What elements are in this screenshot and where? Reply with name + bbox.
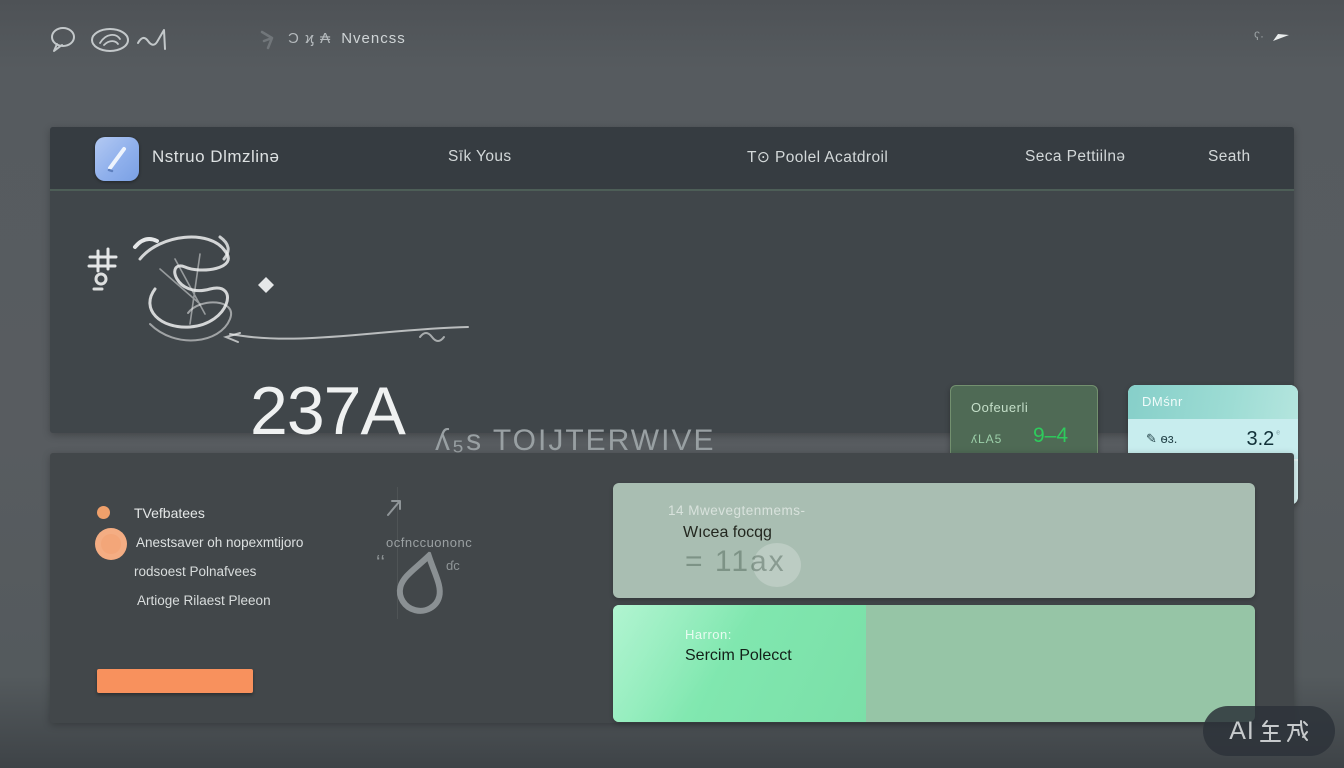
- green-card-row1-value: 9–4: [1033, 424, 1068, 448]
- brand-name: Nstruo Dlmzlinə: [152, 147, 279, 167]
- green-card-title: Oofeuerli: [971, 400, 1028, 415]
- bullet-dot-small: [97, 506, 110, 519]
- nav-item-4[interactable]: Seath: [1208, 148, 1251, 166]
- green-card-row1-label: ʎLA5: [971, 432, 1002, 446]
- panel1-faded-value: = 11ax: [685, 545, 786, 579]
- panel1-title: Wıcea focqg: [683, 524, 772, 542]
- hero-big-number: 237A: [250, 377, 405, 445]
- eye-icon[interactable]: [90, 27, 130, 53]
- topbar-title: Ɔ ϗ ₳ Nvencss: [288, 30, 406, 47]
- search-icon[interactable]: [48, 24, 80, 56]
- banner-panel-top[interactable]: 14 Mwevegtenmems- Wıcea focqg = 11ax: [613, 483, 1255, 598]
- list-item: rodsoest Polnafvees: [134, 564, 256, 579]
- droplet-caption: ɗc: [446, 558, 460, 573]
- teal-card-row1-sup: ᵉ: [1276, 429, 1280, 440]
- bullet-dot-large: [95, 528, 127, 560]
- up-arrow-icon: [384, 497, 406, 519]
- list-item: TVefbatees: [134, 505, 205, 521]
- brand-logo[interactable]: [95, 137, 139, 181]
- topbar-prefix-glyphs: Ɔ ϗ ₳: [288, 30, 331, 47]
- hero-scribble-icon: [80, 229, 480, 359]
- pen-icon: [95, 137, 139, 181]
- droplet-icon: [394, 551, 450, 615]
- quote-marks: ʻʻ: [376, 553, 385, 576]
- nav-item-2[interactable]: T⊙ Poolel Acatdroil: [747, 148, 888, 167]
- banner-panel-bottom[interactable]: Harron: Sercim Polecct: [613, 605, 1255, 722]
- teal-card-row1-value: 3.2ᵉ: [1246, 428, 1280, 451]
- ai-generated-watermark: AI: [1203, 706, 1335, 756]
- small-mark-icon: ʕ·: [1254, 29, 1264, 43]
- play-arrow-icon[interactable]: [1270, 28, 1292, 46]
- topbar-app-name: Nvencss: [341, 30, 406, 47]
- hero-section: Nstruo Dlmzlinə Sīk Yous T⊙ Poolel Acatd…: [50, 127, 1294, 433]
- nav-item-3[interactable]: Seca Pettiilnə: [1025, 148, 1125, 166]
- teal-card-title: DMśnr: [1142, 394, 1183, 409]
- nav-item-1[interactable]: Sīk Yous: [448, 148, 512, 166]
- cjk-sheng-icon: [1258, 718, 1282, 744]
- teal-card-header: DMśnr: [1128, 385, 1298, 419]
- squiggle-icon[interactable]: [136, 27, 170, 53]
- lower-section: TVefbatees Anestsaver oh nopexmtijoro ro…: [50, 453, 1294, 723]
- cta-button[interactable]: [97, 669, 253, 693]
- cjk-cheng-icon: [1285, 718, 1309, 744]
- middle-caption: ocfnccuononc: [386, 535, 472, 550]
- panel2-light-text: Harron:: [685, 627, 732, 642]
- list-item: Artioge Rilaest Pleeon: [137, 593, 271, 608]
- teal-card-row1-label: ✎ ѳɜ.: [1146, 431, 1177, 447]
- navbar: Nstruo Dlmzlinə Sīk Yous T⊙ Poolel Acatd…: [50, 127, 1294, 191]
- arrow-glyph-icon: [258, 28, 280, 52]
- list-item: Anestsaver oh nopexmtijoro: [136, 535, 303, 550]
- panel2-title: Sercim Polecct: [685, 647, 792, 665]
- watermark-latin-text: AI: [1229, 717, 1255, 746]
- panel1-light-text: 14 Mwevegtenmems-: [668, 503, 806, 518]
